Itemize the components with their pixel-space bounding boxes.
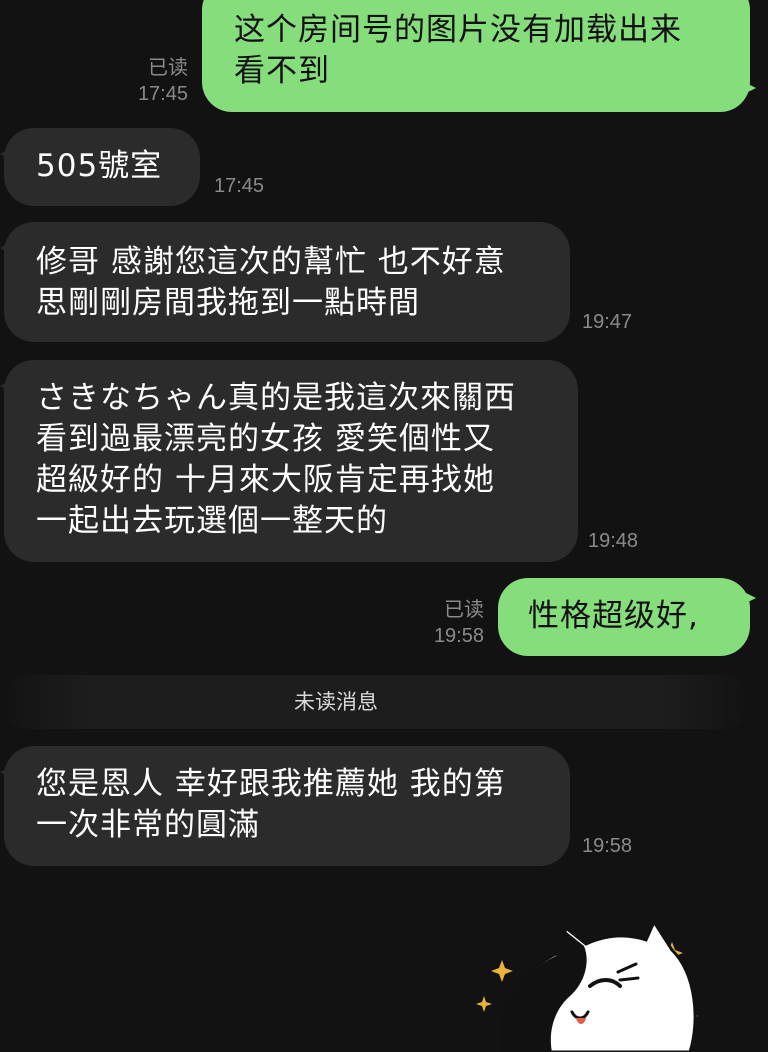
bubble-tail xyxy=(736,588,756,608)
cat-sticker-icon[interactable] xyxy=(440,900,768,1052)
message-time: 17:45 xyxy=(214,175,265,197)
incoming-message-bubble[interactable]: 您是恩人 幸好跟我推薦她 我的第 一次非常的圓滿 xyxy=(4,746,570,866)
unread-divider-label: 未读消息 xyxy=(294,690,378,714)
incoming-message-bubble[interactable]: さきなちゃん真的是我這次來關西 看到過最漂亮的女孩 愛笑個性又 超級好的 十月來… xyxy=(4,360,578,562)
bubble-tail xyxy=(0,762,18,782)
read-receipt: 已读 xyxy=(444,599,484,621)
message-time: 19:58 xyxy=(582,835,633,857)
bubble-tail xyxy=(0,144,18,164)
message-time: 19:47 xyxy=(582,311,633,333)
incoming-message-bubble[interactable]: 修哥 感謝您這次的幫忙 也不好意 思剛剛房間我拖到一點時間 xyxy=(4,222,570,342)
incoming-message-bubble[interactable]: 505號室 xyxy=(4,128,200,206)
outgoing-message-bubble[interactable]: 这个房间号的图片没有加载出来 看不到 xyxy=(202,0,750,112)
read-receipt: 已读 xyxy=(148,57,188,79)
message-time: 17:45 xyxy=(137,83,188,105)
message-time: 19:58 xyxy=(433,625,484,647)
outgoing-message-bubble[interactable]: 性格超级好, xyxy=(498,578,750,656)
message-time: 19:48 xyxy=(588,530,639,552)
bubble-tail xyxy=(0,238,18,258)
bubble-tail xyxy=(736,78,756,98)
chat-screen: 已读 17:45 这个房间号的图片没有加载出来 看不到 505號室 17:45 … xyxy=(0,0,768,1052)
bubble-tail xyxy=(0,376,18,396)
